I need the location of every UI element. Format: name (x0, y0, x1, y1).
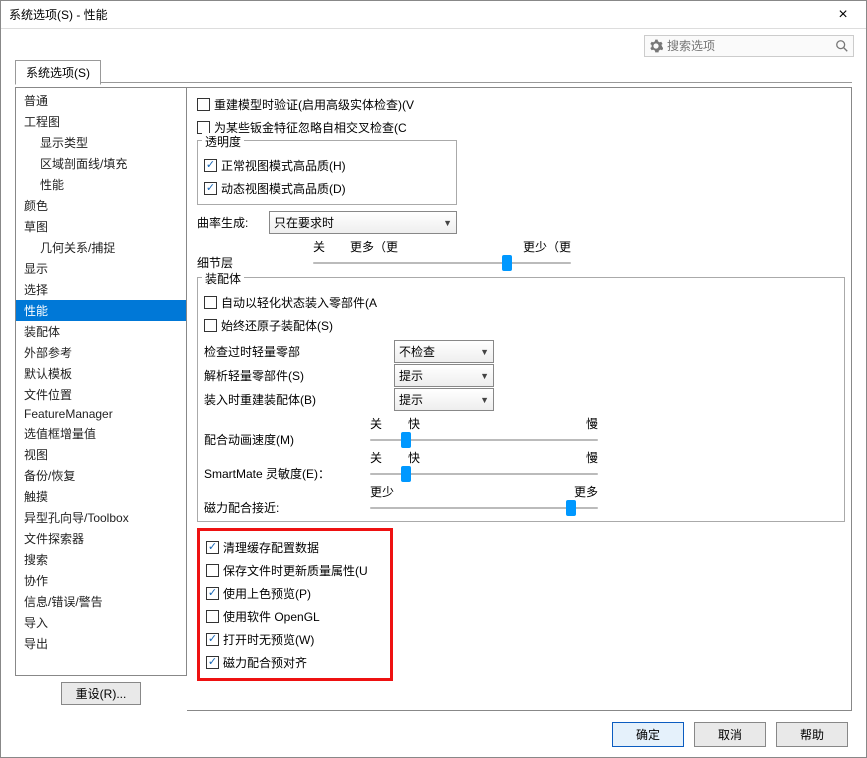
nav-item[interactable]: 信息/错误/警告 (16, 591, 186, 612)
footer: 确定 取消 帮助 (612, 722, 848, 747)
slider-s2[interactable]: 关快慢 (364, 449, 604, 482)
fs-transparency-title: 透明度 (202, 133, 244, 150)
lbl-always-resolve: 始终还原子装配体(S) (221, 317, 333, 334)
nav-item[interactable]: 备份/恢复 (16, 465, 186, 486)
lbl-b5: 打开时无预览(W) (223, 631, 314, 648)
search-input[interactable] (667, 39, 835, 53)
nav-item[interactable]: 选值框增量值 (16, 423, 186, 444)
nav-item[interactable]: 草图 (16, 216, 186, 237)
chevron-down-icon: ▼ (480, 371, 489, 381)
search-icon (835, 39, 849, 53)
window-title: 系统选项(S) - 性能 (9, 6, 828, 23)
lbl-r3: 装入时重建装配体(B) (204, 391, 394, 408)
chk-b3[interactable] (206, 587, 219, 600)
sel-curvature[interactable]: 只在要求时▼ (269, 211, 457, 234)
nav-item[interactable]: 选择 (16, 279, 186, 300)
nav-item[interactable]: 异型孔向导/Toolbox (16, 507, 186, 528)
nav-item[interactable]: 导入 (16, 612, 186, 633)
slider-thumb[interactable] (401, 466, 411, 482)
chk-always-resolve[interactable] (204, 319, 217, 332)
gear-icon (649, 39, 663, 53)
nav-item[interactable]: 外部参考 (16, 342, 186, 363)
nav-item[interactable]: 协作 (16, 570, 186, 591)
lbl-light-load: 自动以轻化状态装入零部件(A (221, 294, 377, 311)
chevron-down-icon: ▼ (443, 218, 452, 228)
nav-item[interactable]: FeatureManager (16, 405, 186, 423)
lbl-b4: 使用软件 OpenGL (223, 608, 320, 625)
nav-wrap: 普通工程图显示类型区域剖面线/填充性能颜色草图几何关系/捕捉显示选择性能装配体外… (15, 87, 187, 711)
lbl-b6: 磁力配合预对齐 (223, 654, 307, 671)
lbl-s2: SmartMate 灵敏度(E)： (204, 449, 364, 482)
slider-thumb[interactable] (566, 500, 576, 516)
slider-thumb[interactable] (502, 255, 512, 271)
title-bar: 系统选项(S) - 性能 × (1, 1, 866, 29)
nav-item[interactable]: 性能 (16, 300, 186, 321)
reset-button[interactable]: 重设(R)... (61, 682, 142, 705)
chk-b4[interactable] (206, 610, 219, 623)
lbl-b1: 清理缓存配置数据 (223, 539, 319, 556)
search-row (1, 29, 866, 59)
ok-button[interactable]: 确定 (612, 722, 684, 747)
chk-ignore-self[interactable] (197, 121, 210, 134)
chk-b6[interactable] (206, 656, 219, 669)
tab-header: 系统选项(S) (1, 59, 866, 83)
lbl-r2: 解析轻量零部件(S) (204, 367, 394, 384)
nav-item[interactable]: 颜色 (16, 195, 186, 216)
fs-transparency: 透明度 正常视图模式高品质(H) 动态视图模式高品质(D) (197, 140, 457, 205)
nav-item[interactable]: 工程图 (16, 111, 186, 132)
lbl-curvature: 曲率生成: (197, 214, 269, 231)
fs-assembly-title: 装配体 (202, 270, 244, 287)
slider-detail[interactable]: 关更多（更更少（更 (307, 238, 577, 271)
nav-item[interactable]: 触摸 (16, 486, 186, 507)
main-frame: 普通工程图显示类型区域剖面线/填充性能颜色草图几何关系/捕捉显示选择性能装配体外… (1, 83, 866, 711)
nav-item[interactable]: 文件探索器 (16, 528, 186, 549)
chk-normal-hq[interactable] (204, 159, 217, 172)
nav-item[interactable]: 默认模板 (16, 363, 186, 384)
close-icon[interactable]: × (828, 6, 858, 24)
chk-b5[interactable] (206, 633, 219, 646)
nav-item[interactable]: 区域剖面线/填充 (16, 153, 186, 174)
nav-item[interactable]: 文件位置 (16, 384, 186, 405)
chk-verify-rebuild[interactable] (197, 98, 210, 111)
nav-item[interactable]: 性能 (16, 174, 186, 195)
chk-b2[interactable] (206, 564, 219, 577)
content-panel: 重建模型时验证(启用高级实体检查)(V 为某些钣金特征忽略自相交叉检查(C 透明… (187, 87, 852, 711)
chk-b1[interactable] (206, 541, 219, 554)
nav-item[interactable]: 视图 (16, 444, 186, 465)
nav-item[interactable]: 显示 (16, 258, 186, 279)
chk-light-load[interactable] (204, 296, 217, 309)
lbl-dynamic-hq: 动态视图模式高品质(D) (221, 180, 346, 197)
help-button[interactable]: 帮助 (776, 722, 848, 747)
chevron-down-icon: ▼ (480, 395, 489, 405)
sel-r2[interactable]: 提示▼ (394, 364, 494, 387)
lbl-b2: 保存文件时更新质量属性(U (223, 562, 368, 579)
nav-item[interactable]: 普通 (16, 90, 186, 111)
slider-s1[interactable]: 关快慢 (364, 415, 604, 448)
chevron-down-icon: ▼ (480, 347, 489, 357)
nav-item[interactable]: 导出 (16, 633, 186, 654)
lbl-normal-hq: 正常视图模式高品质(H) (221, 157, 346, 174)
highlight-box: 清理缓存配置数据 保存文件时更新质量属性(U 使用上色预览(P) 使用软件 Op… (197, 528, 393, 681)
nav-item[interactable]: 几何关系/捕捉 (16, 237, 186, 258)
lbl-detail: 细节层 (197, 238, 307, 271)
nav-item[interactable]: 显示类型 (16, 132, 186, 153)
search-box[interactable] (644, 35, 854, 57)
nav-item[interactable]: 搜索 (16, 549, 186, 570)
tab-system-options[interactable]: 系统选项(S) (15, 60, 101, 85)
nav-item[interactable]: 装配体 (16, 321, 186, 342)
lbl-verify-rebuild: 重建模型时验证(启用高级实体检查)(V (214, 96, 414, 113)
lbl-r1: 检查过时轻量零部 (204, 343, 394, 360)
lbl-b3: 使用上色预览(P) (223, 585, 311, 602)
lbl-s1: 配合动画速度(M) (204, 415, 364, 448)
chk-dynamic-hq[interactable] (204, 182, 217, 195)
slider-s3[interactable]: 更少更多 (364, 483, 604, 516)
cancel-button[interactable]: 取消 (694, 722, 766, 747)
sel-r3[interactable]: 提示▼ (394, 388, 494, 411)
fs-assembly: 装配体 自动以轻化状态装入零部件(A 始终还原子装配体(S) 检查过时轻量零部不… (197, 277, 845, 522)
sel-r1[interactable]: 不检查▼ (394, 340, 494, 363)
lbl-s3: 磁力配合接近: (204, 483, 364, 516)
slider-thumb[interactable] (401, 432, 411, 448)
nav-list[interactable]: 普通工程图显示类型区域剖面线/填充性能颜色草图几何关系/捕捉显示选择性能装配体外… (15, 87, 187, 676)
